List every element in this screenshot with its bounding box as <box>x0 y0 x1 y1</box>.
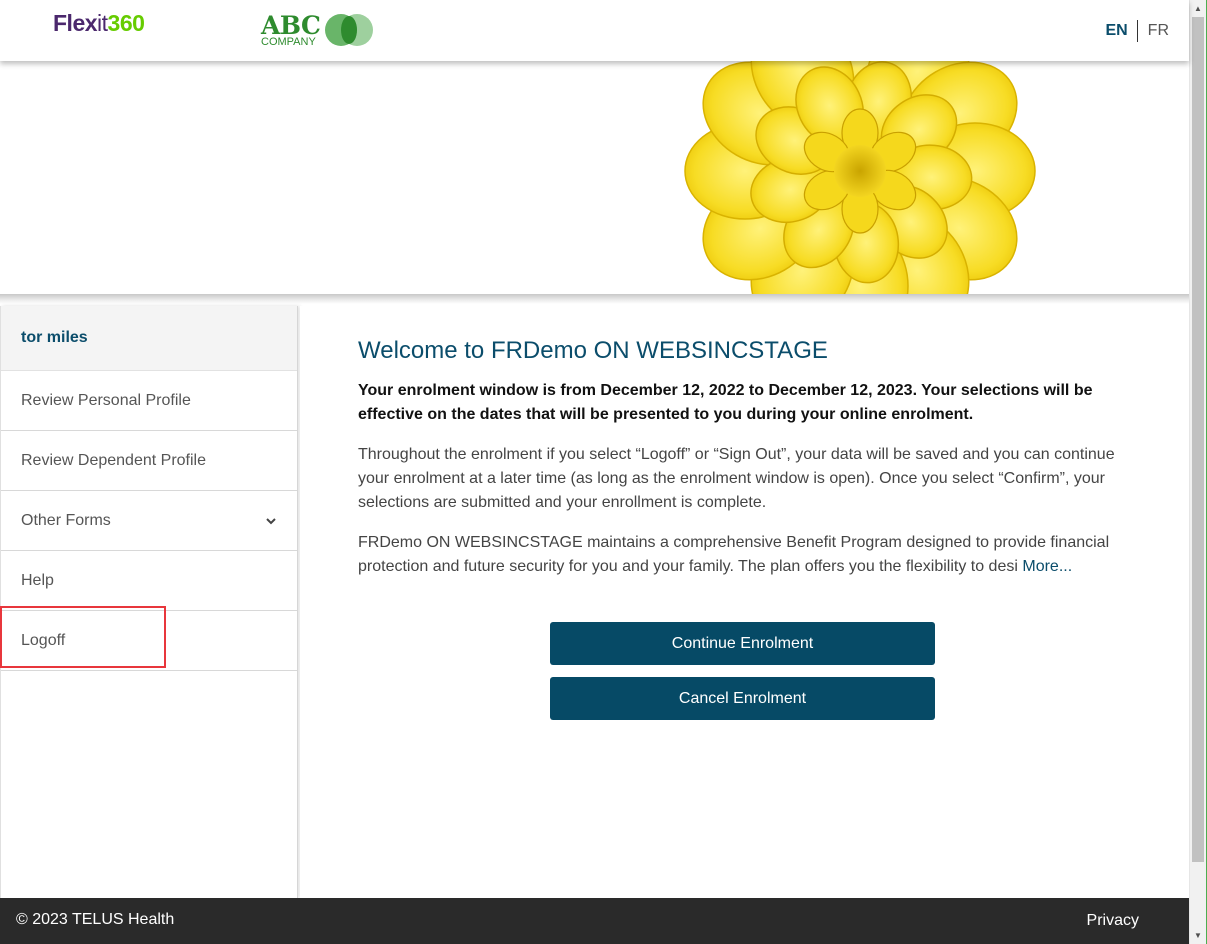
sidebar-item-label: Other Forms <box>21 511 111 529</box>
privacy-link[interactable]: Privacy <box>1087 912 1139 930</box>
benefit-program-description: FRDemo ON WEBSINCSTAGE maintains a compr… <box>358 531 1118 579</box>
hero-banner <box>0 61 1189 297</box>
abc-company-logo: ABC COMPANY <box>261 11 381 50</box>
sidebar-item-label: Logoff <box>21 631 66 649</box>
abc-circles-icon <box>325 14 373 46</box>
sidebar-nav: tor miles Review Personal Profile Review… <box>0 306 298 898</box>
sidebar-item-review-dependent-profile[interactable]: Review Dependent Profile <box>1 431 297 491</box>
more-link[interactable]: More... <box>1022 558 1072 575</box>
sidebar-item-other-forms[interactable]: Other Forms <box>1 491 297 551</box>
lang-fr-link[interactable]: FR <box>1138 22 1169 40</box>
site-footer: © 2023 TELUS Health Privacy <box>0 898 1189 944</box>
abc-logo-subtext: COMPANY <box>261 36 316 48</box>
sidebar-item-help[interactable]: Help <box>1 551 297 611</box>
sidebar-item-label: Review Personal Profile <box>21 391 191 409</box>
benefit-program-text: FRDemo ON WEBSINCSTAGE maintains a compr… <box>358 534 1110 575</box>
sidebar-item-review-personal-profile[interactable]: Review Personal Profile <box>1 371 297 431</box>
lang-en-link[interactable]: EN <box>1105 22 1136 40</box>
logo-part-flex: Flex <box>53 10 98 36</box>
flexit360-logo[interactable]: Flexit360 <box>53 10 145 37</box>
language-switcher: EN FR <box>1105 20 1169 42</box>
continue-enrolment-button[interactable]: Continue Enrolment <box>550 622 935 665</box>
site-header: Flexit360 ABC COMPANY EN FR <box>0 0 1189 61</box>
enrolment-instructions: Throughout the enrolment if you select “… <box>358 446 1115 511</box>
enrolment-window-notice: Your enrolment window is from December 1… <box>358 382 1093 423</box>
flower-banner-image <box>684 61 1036 297</box>
logo-part-it: it <box>97 10 108 36</box>
cancel-enrolment-button[interactable]: Cancel Enrolment <box>550 677 935 720</box>
sidebar-item-label: Review Dependent Profile <box>21 451 206 469</box>
scroll-up-arrow-icon[interactable]: ▲ <box>1190 0 1206 17</box>
banner-shadow-divider <box>0 294 1189 304</box>
scroll-down-arrow-icon[interactable]: ▼ <box>1190 927 1206 944</box>
vertical-scrollbar[interactable]: ▲ ▼ <box>1189 0 1206 944</box>
chevron-down-icon[interactable] <box>265 515 277 527</box>
main-content: Welcome to FRDemo ON WEBSINCSTAGE Your e… <box>300 306 1189 898</box>
sidebar-user-name: tor miles <box>1 306 297 371</box>
sidebar-item-logoff[interactable]: Logoff <box>0 606 297 671</box>
logo-part-360: 360 <box>107 10 145 36</box>
scrollbar-thumb[interactable] <box>1192 17 1204 862</box>
copyright-text: © 2023 TELUS Health <box>16 911 175 928</box>
sidebar-item-label: Help <box>21 571 54 589</box>
page-title: Welcome to FRDemo ON WEBSINCSTAGE <box>358 337 828 364</box>
